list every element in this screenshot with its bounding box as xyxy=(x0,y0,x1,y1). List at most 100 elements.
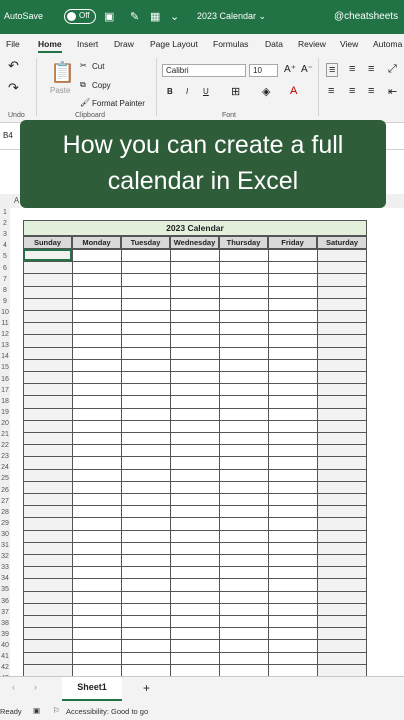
row-header[interactable]: 1 xyxy=(0,209,10,216)
row-header[interactable]: 13 xyxy=(0,342,10,349)
day-header[interactable]: Thursday xyxy=(219,236,268,249)
prev-sheet-icon[interactable]: ‹ xyxy=(12,682,15,692)
more-icon[interactable]: ⌄ xyxy=(170,10,179,23)
font-size-select[interactable]: 10 xyxy=(249,64,278,77)
row-header[interactable]: 7 xyxy=(0,276,10,283)
row-header[interactable]: 38 xyxy=(0,620,10,627)
row-header[interactable]: 39 xyxy=(0,631,10,638)
row-header[interactable]: 16 xyxy=(0,376,10,383)
calendar-title[interactable]: 2023 Calendar xyxy=(23,220,367,236)
row-header[interactable]: 2 xyxy=(0,220,10,227)
row-header[interactable]: 3 xyxy=(0,231,10,238)
fill-color-icon[interactable]: ◈ xyxy=(262,85,270,98)
format-painter-label[interactable]: Format Painter xyxy=(92,99,145,108)
row-header[interactable]: 17 xyxy=(0,387,10,394)
cut-label[interactable]: Cut xyxy=(92,62,104,71)
next-sheet-icon[interactable]: › xyxy=(34,682,37,692)
add-sheet-button[interactable]: + xyxy=(143,681,150,695)
font-color-icon[interactable]: A xyxy=(290,85,297,97)
day-header[interactable]: Tuesday xyxy=(121,236,170,249)
row-header[interactable]: 25 xyxy=(0,475,10,482)
row-header[interactable]: 14 xyxy=(0,353,10,360)
row-header[interactable]: 35 xyxy=(0,586,10,593)
row-header[interactable]: 21 xyxy=(0,431,10,438)
row-header[interactable]: 33 xyxy=(0,564,10,571)
undo-icon[interactable]: ↶ xyxy=(8,58,19,74)
day-header[interactable]: Monday xyxy=(72,236,121,249)
grid-icon[interactable]: ▦ xyxy=(150,10,160,23)
row-header[interactable]: 29 xyxy=(0,520,10,527)
row-header[interactable]: 41 xyxy=(0,653,10,660)
tab-data[interactable]: Data xyxy=(265,39,283,49)
name-box[interactable]: B4 xyxy=(3,131,13,140)
sheet-tab-sheet1[interactable]: Sheet1 xyxy=(62,677,122,701)
tab-insert[interactable]: Insert xyxy=(77,39,98,49)
day-header[interactable]: Saturday xyxy=(317,236,367,249)
align-bottom-icon[interactable]: ≡ xyxy=(368,63,374,75)
accessibility-icon[interactable]: ⚐ xyxy=(53,706,60,715)
tab-draw[interactable]: Draw xyxy=(114,39,134,49)
cut-icon[interactable]: ✂ xyxy=(80,61,87,70)
row-header[interactable]: 23 xyxy=(0,453,10,460)
tab-home[interactable]: Home xyxy=(38,39,62,53)
row-header[interactable]: 8 xyxy=(0,287,10,294)
row-header[interactable]: 32 xyxy=(0,553,10,560)
underline-button[interactable]: U xyxy=(203,87,209,96)
autosave-toggle[interactable]: Off xyxy=(64,9,96,24)
row-header[interactable]: 11 xyxy=(0,320,10,327)
align-right-icon[interactable]: ≡ xyxy=(368,85,374,97)
day-header[interactable]: Wednesday xyxy=(170,236,219,249)
row-header[interactable]: 4 xyxy=(0,242,10,249)
align-middle-icon[interactable]: ≡ xyxy=(349,63,355,75)
decrease-font-icon[interactable]: A⁻ xyxy=(301,64,313,75)
align-top-icon[interactable]: ≡ xyxy=(326,63,339,77)
indent-icon[interactable]: ⇤ xyxy=(388,85,397,98)
borders-icon[interactable]: ⊞ xyxy=(231,85,240,98)
row-header[interactable]: 24 xyxy=(0,464,10,471)
row-header[interactable]: 22 xyxy=(0,442,10,449)
row-header[interactable]: 10 xyxy=(0,309,10,316)
orientation-icon[interactable]: ⤢ xyxy=(388,63,397,76)
row-header[interactable]: 20 xyxy=(0,420,10,427)
format-painter-icon[interactable]: 🖌 xyxy=(80,98,90,107)
row-header[interactable]: 34 xyxy=(0,575,10,582)
paste-icon[interactable]: 📋 xyxy=(50,60,75,85)
increase-font-icon[interactable]: A⁺ xyxy=(284,64,296,75)
row-header[interactable]: 12 xyxy=(0,331,10,338)
align-left-icon[interactable]: ≡ xyxy=(328,85,334,97)
macro-icon[interactable]: ▣ xyxy=(33,706,40,715)
row-header[interactable]: 9 xyxy=(0,298,10,305)
row-header[interactable]: 36 xyxy=(0,598,10,605)
document-title[interactable]: 2023 Calendar ⌄ xyxy=(197,11,266,22)
row-header[interactable]: 28 xyxy=(0,509,10,516)
italic-button[interactable]: I xyxy=(186,87,188,96)
row-header[interactable]: 18 xyxy=(0,398,10,405)
tab-automate[interactable]: Automa xyxy=(373,39,402,49)
row-header[interactable]: 42 xyxy=(0,664,10,671)
save-icon[interactable]: ▣ xyxy=(104,10,114,23)
row-header[interactable]: 19 xyxy=(0,409,10,416)
row-header[interactable]: 26 xyxy=(0,487,10,494)
row-header[interactable]: 5 xyxy=(0,253,10,260)
row-header[interactable]: 6 xyxy=(0,265,10,272)
align-center-icon[interactable]: ≡ xyxy=(349,85,355,97)
day-header[interactable]: Sunday xyxy=(23,236,72,249)
bold-button[interactable]: B xyxy=(167,87,173,96)
paste-label[interactable]: Paste xyxy=(50,86,70,95)
copy-icon[interactable]: ⧉ xyxy=(80,80,86,90)
edit-icon[interactable]: ✎ xyxy=(130,10,139,23)
row-header[interactable]: 37 xyxy=(0,609,10,616)
row-header[interactable]: 30 xyxy=(0,531,10,538)
tab-page-layout[interactable]: Page Layout xyxy=(150,39,198,49)
tab-file[interactable]: File xyxy=(6,39,20,49)
row-header[interactable]: 15 xyxy=(0,364,10,371)
worksheet-grid[interactable]: 2023 Calendar Sunday Monday Tuesday Wednesd… xyxy=(10,208,404,676)
tab-view[interactable]: View xyxy=(340,39,358,49)
copy-label[interactable]: Copy xyxy=(92,81,111,90)
row-header[interactable]: 40 xyxy=(0,642,10,649)
day-header[interactable]: Friday xyxy=(268,236,317,249)
row-header[interactable]: 31 xyxy=(0,542,10,549)
row-header[interactable]: 27 xyxy=(0,498,10,505)
accessibility-status[interactable]: Accessibility: Good to go xyxy=(66,707,148,716)
selected-cell[interactable] xyxy=(23,249,72,261)
